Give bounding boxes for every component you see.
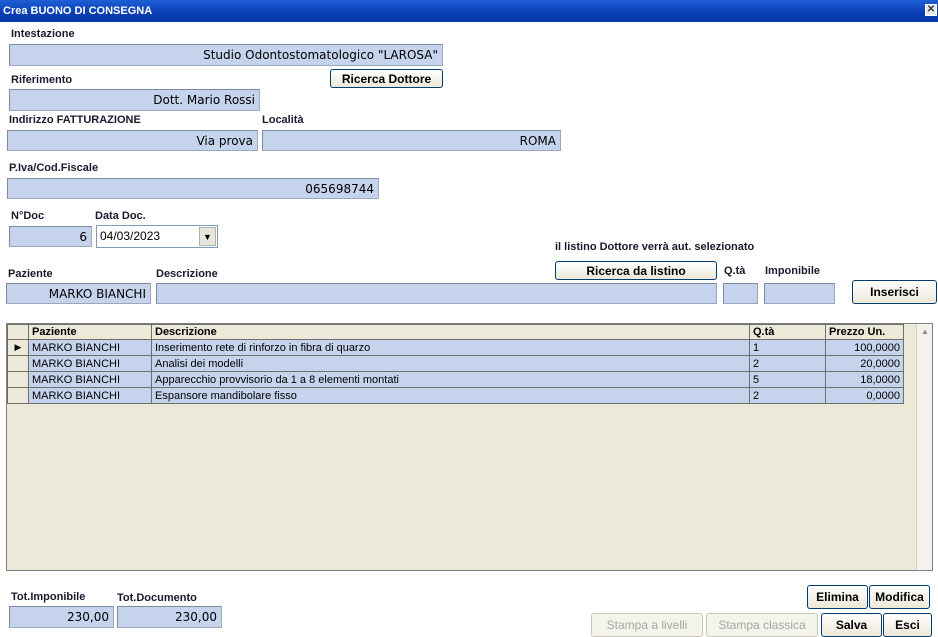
intestazione-label: Intestazione — [11, 28, 75, 40]
cell-qta[interactable]: 2 — [749, 387, 826, 404]
window-titlebar: Crea BUONO DI CONSEGNA ✕ — [0, 0, 938, 22]
table-header-row: Paziente Descrizione Q.tà Prezzo Un. — [7, 324, 904, 340]
ndoc-field[interactable]: 6 — [9, 226, 92, 247]
intestazione-field[interactable]: Studio Odontostomatologico "LAROSA" — [9, 44, 443, 66]
indirizzo-label: Indirizzo FATTURAZIONE — [9, 114, 141, 126]
table-row[interactable]: MARKO BIANCHI Apparecchio provvisorio da… — [7, 371, 904, 388]
ndoc-label: N°Doc — [11, 210, 45, 222]
inserisci-button[interactable]: Inserisci — [852, 280, 937, 304]
cell-paziente[interactable]: MARKO BIANCHI — [28, 339, 152, 356]
chevron-down-icon[interactable]: ▼ — [199, 227, 216, 246]
entry-paziente-label: Paziente — [8, 268, 53, 280]
entry-imponibile-label: Imponibile — [765, 265, 820, 277]
row-selector[interactable] — [7, 371, 29, 388]
cell-qta[interactable]: 1 — [749, 339, 826, 356]
cell-paziente[interactable]: MARKO BIANCHI — [28, 355, 152, 372]
cell-prezzo[interactable]: 20,0000 — [825, 355, 904, 372]
cell-descrizione[interactable]: Analisi dei modelli — [151, 355, 750, 372]
datadoc-picker[interactable]: 04/03/2023 ▼ — [96, 225, 218, 248]
indirizzo-field[interactable]: Via prova — [7, 130, 258, 151]
window-title: Crea BUONO DI CONSEGNA — [3, 5, 153, 17]
cell-paziente[interactable]: MARKO BIANCHI — [28, 371, 152, 388]
cell-qta[interactable]: 5 — [749, 371, 826, 388]
entry-paziente-field[interactable]: MARKO BIANCHI — [6, 283, 151, 304]
stampa-livelli-button[interactable]: Stampa a livelli — [591, 613, 703, 637]
cell-descrizione[interactable]: Espansore mandibolare fisso — [151, 387, 750, 404]
table-row[interactable]: MARKO BIANCHI Analisi dei modelli 2 20,0… — [7, 355, 904, 372]
datadoc-label: Data Doc. — [95, 210, 146, 222]
cell-prezzo[interactable]: 100,0000 — [825, 339, 904, 356]
riferimento-label: Riferimento — [11, 74, 73, 86]
entry-imponibile-field[interactable] — [764, 283, 835, 304]
cell-prezzo[interactable]: 0,0000 — [825, 387, 904, 404]
elimina-button[interactable]: Elimina — [807, 585, 868, 609]
col-descrizione-header[interactable]: Descrizione — [151, 324, 750, 340]
piva-label: P.Iva/Cod.Fiscale — [9, 162, 99, 174]
salva-button[interactable]: Salva — [821, 613, 882, 637]
entry-qta-field[interactable] — [723, 283, 758, 304]
ricerca-dottore-button[interactable]: Ricerca Dottore — [330, 69, 443, 88]
close-icon[interactable]: ✕ — [925, 4, 937, 16]
piva-field[interactable]: 065698744 — [7, 178, 379, 199]
tot-documento-label: Tot.Documento — [117, 592, 197, 604]
items-table: Paziente Descrizione Q.tà Prezzo Un. ▶ M… — [7, 324, 904, 404]
tot-imponibile-field: 230,00 — [9, 606, 114, 628]
entry-qta-label: Q.tà — [724, 265, 746, 277]
ricerca-listino-button[interactable]: Ricerca da listino — [555, 261, 717, 280]
grid-vertical-scrollbar[interactable]: ▲ — [916, 324, 932, 570]
row-selector-header — [7, 324, 29, 340]
row-selector-arrow-icon[interactable]: ▶ — [7, 339, 29, 356]
cell-qta[interactable]: 2 — [749, 355, 826, 372]
cell-paziente[interactable]: MARKO BIANCHI — [28, 387, 152, 404]
tot-imponibile-label: Tot.Imponibile — [11, 591, 86, 603]
cell-prezzo[interactable]: 18,0000 — [825, 371, 904, 388]
row-selector[interactable] — [7, 387, 29, 404]
row-selector[interactable] — [7, 355, 29, 372]
listino-note: il listino Dottore verrà aut. selezionat… — [555, 241, 755, 253]
col-qta-header[interactable]: Q.tà — [749, 324, 826, 340]
tot-documento-field: 230,00 — [117, 606, 222, 628]
table-row[interactable]: ▶ MARKO BIANCHI Inserimento rete di rinf… — [7, 339, 904, 356]
col-paziente-header[interactable]: Paziente — [28, 324, 152, 340]
entry-descrizione-field[interactable] — [156, 283, 717, 304]
esci-button[interactable]: Esci — [883, 613, 932, 637]
stampa-classica-button[interactable]: Stampa classica — [706, 613, 818, 637]
localita-field[interactable]: ROMA — [262, 130, 561, 151]
riferimento-field[interactable]: Dott. Mario Rossi — [9, 89, 260, 111]
entry-descrizione-label: Descrizione — [156, 268, 218, 280]
scroll-up-icon[interactable]: ▲ — [918, 325, 932, 339]
cell-descrizione[interactable]: Apparecchio provvisorio da 1 a 8 element… — [151, 371, 750, 388]
localita-label: Località — [262, 114, 304, 126]
col-prezzo-header[interactable]: Prezzo Un. — [825, 324, 904, 340]
modifica-button[interactable]: Modifica — [869, 585, 930, 609]
table-row[interactable]: MARKO BIANCHI Espansore mandibolare fiss… — [7, 387, 904, 404]
cell-descrizione[interactable]: Inserimento rete di rinforzo in fibra di… — [151, 339, 750, 356]
items-grid[interactable]: Paziente Descrizione Q.tà Prezzo Un. ▶ M… — [6, 323, 933, 571]
datadoc-value: 04/03/2023 — [100, 229, 161, 243]
